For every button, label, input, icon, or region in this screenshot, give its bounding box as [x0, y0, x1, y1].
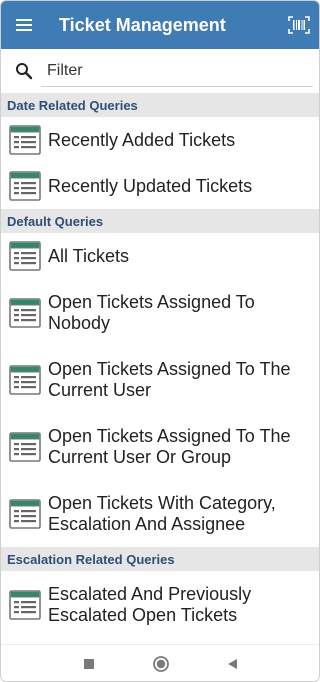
table-list-icon [9, 171, 41, 201]
system-nav-bar [1, 644, 319, 681]
filter-field [41, 57, 313, 87]
query-list-item[interactable]: Recently Updated Tickets [1, 163, 319, 209]
query-list-item[interactable]: Open Tickets With Category, Escalation A… [1, 480, 319, 547]
section-header: Escalation Related Queries [1, 547, 319, 571]
query-label: Recently Added Tickets [48, 129, 236, 150]
table-list-icon [9, 589, 41, 620]
table-list-icon [9, 125, 41, 155]
app-title: Ticket Management [59, 14, 226, 35]
query-list-item[interactable]: Open Tickets Assigned To Nobody [1, 279, 319, 346]
app-screen: Ticket Management Date [0, 0, 320, 682]
table-list-icon [9, 241, 41, 271]
query-label: Recently Updated Tickets [48, 175, 253, 196]
section-header: Default Queries [1, 209, 319, 233]
query-label: Escalated And Previously Escalated Open … [48, 583, 252, 625]
query-label: Open Tickets Assigned To The Current Use… [48, 358, 291, 400]
query-list-item[interactable]: Recently Added Tickets [1, 117, 319, 163]
query-list-item[interactable]: Open Tickets Assigned To The Current Use… [1, 413, 319, 480]
filter-bar [1, 49, 319, 93]
section-header: Date Related Queries [1, 93, 319, 117]
table-list-icon [9, 364, 41, 395]
filter-input[interactable] [41, 57, 313, 85]
query-label: Open Tickets With Category, Escalation A… [48, 492, 276, 534]
table-list-icon [9, 297, 41, 328]
table-list-icon [9, 498, 41, 529]
app-bar: Ticket Management [1, 1, 319, 49]
recent-apps-square-icon[interactable] [75, 653, 103, 675]
home-circle-icon[interactable] [147, 653, 175, 675]
query-list-item[interactable]: All Tickets [1, 233, 319, 279]
barcode-scan-icon[interactable] [277, 1, 319, 49]
query-label: Open Tickets Assigned To Nobody [48, 291, 255, 333]
table-list-icon [9, 431, 41, 462]
query-list-item[interactable]: Open Tickets Assigned To The Current Use… [1, 346, 319, 413]
query-label: Open Tickets Assigned To The Current Use… [48, 425, 291, 467]
back-triangle-icon[interactable] [219, 653, 247, 675]
query-label: All Tickets [48, 245, 130, 266]
query-list: Date Related Queries Recently Added Ticke… [1, 93, 319, 638]
query-list-item[interactable]: Escalated And Previously Escalated Open … [1, 571, 319, 638]
hamburger-menu-icon[interactable] [1, 1, 47, 49]
